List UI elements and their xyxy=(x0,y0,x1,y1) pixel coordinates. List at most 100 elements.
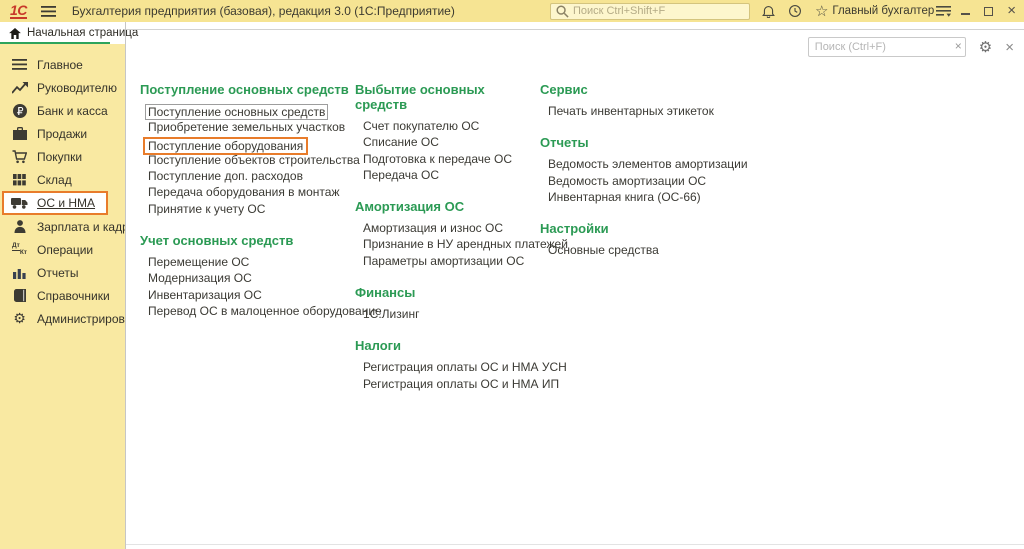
menu-link[interactable]: Списание ОС xyxy=(363,135,439,149)
main-menu-icon[interactable] xyxy=(41,6,56,17)
menu-item-row: 1С:Лизинг xyxy=(355,307,540,323)
1c-logo-icon: 1С xyxy=(10,4,27,19)
briefcase-icon xyxy=(11,127,28,140)
menu-item-row: Поступление оборудования xyxy=(140,137,355,153)
menu-link[interactable]: Инвентарная книга (ОС-66) xyxy=(548,190,701,204)
section-title: Отчеты xyxy=(540,135,1024,150)
sidebar-item-bank-i-kassa[interactable]: Банк и касса xyxy=(0,99,125,122)
menu-link[interactable]: Поступление доп. расходов xyxy=(148,169,303,183)
sidebar-item-os-i-nma[interactable]: ОС и НМА xyxy=(2,191,108,215)
sidebar-item-sklad[interactable]: Склад xyxy=(0,168,125,191)
menu-item-row: Основные средства xyxy=(540,243,1024,259)
menu-link[interactable]: Ведомость амортизации ОС xyxy=(548,174,706,188)
sidebar-item-administrirovanie[interactable]: ⚙Администрирование xyxy=(0,307,125,330)
start-page-form: × ⚙ × Поступление основных средствПоступ… xyxy=(126,29,1024,545)
menu-item-row: Передача ОС xyxy=(355,168,540,184)
sidebar-item-label: Главное xyxy=(37,58,83,72)
menu-link[interactable]: Ведомость элементов амортизации xyxy=(548,157,748,171)
person-icon xyxy=(11,220,28,233)
form-search-input[interactable] xyxy=(808,37,966,57)
book-icon xyxy=(11,289,28,302)
menu-link[interactable]: Приобретение земельных участков xyxy=(148,120,345,134)
menu-link[interactable]: Поступление объектов строительства xyxy=(148,153,360,167)
main-area: Начальная страница Главное Руководителю Ба… xyxy=(0,22,1024,549)
menu-item-row: Передача оборудования в монтаж xyxy=(140,185,355,201)
menu-section: НалогиРегистрация оплаты ОС и НМА УСНРег… xyxy=(355,338,540,393)
menu-link[interactable]: Счет покупателю ОС xyxy=(363,119,479,133)
menu-link[interactable]: Инвентаризация ОС xyxy=(148,288,262,302)
current-user-label[interactable]: Главный бухгалтер xyxy=(832,5,934,17)
sidebar-item-label: Операции xyxy=(37,243,93,257)
section-title: Налоги xyxy=(355,338,540,353)
sidebar-item-glavnoe[interactable]: Главное xyxy=(0,53,125,76)
sidebar-item-label: Руководителю xyxy=(37,81,117,95)
search-icon xyxy=(556,5,569,18)
global-search-input[interactable] xyxy=(573,5,744,17)
menu-column-1: Поступление основных средств Поступление … xyxy=(140,82,355,408)
menu-link[interactable]: Печать инвентарных этикеток xyxy=(548,104,714,118)
menu-link[interactable]: Подготовка к передаче ОС xyxy=(363,152,512,166)
form-controls: × ⚙ × xyxy=(808,37,1014,57)
menu-link[interactable]: Регистрация оплаты ОС и НМА ИП xyxy=(363,377,559,391)
menu-item-row: Инвентарная книга (ОС-66) xyxy=(540,190,1024,206)
sidebar-item-rukovoditelyu[interactable]: Руководителю xyxy=(0,76,125,99)
menu-column-3: СервисПечать инвентарных этикетокОтчетыВ… xyxy=(540,82,1024,408)
titlebar: 1С Бухгалтерия предприятия (базовая), ре… xyxy=(0,0,1024,22)
menu-section: Выбытие основных средствСчет покупателю … xyxy=(355,82,540,184)
menu-item-row: Подготовка к передаче ОС xyxy=(355,152,540,168)
menu-link[interactable]: Параметры амортизации ОС xyxy=(363,254,524,268)
menu-item-row: Регистрация оплаты ОС и НМА УСН xyxy=(355,360,540,376)
tab-home[interactable]: Начальная страница xyxy=(0,22,125,44)
sidebar-item-spravochniki[interactable]: Справочники xyxy=(0,284,125,307)
form-search-box[interactable]: × xyxy=(808,37,966,57)
gear-icon: ⚙ xyxy=(11,312,28,326)
menu-link[interactable]: Поступление оборудования xyxy=(143,137,308,155)
sidebar-item-zarplata-i-kadry[interactable]: Зарплата и кадры xyxy=(0,215,125,238)
clear-search-icon[interactable]: × xyxy=(955,39,962,53)
menu-link[interactable]: Перемещение ОС xyxy=(148,255,249,269)
restore-button[interactable] xyxy=(984,7,993,16)
menu-section: Настройки Основные средства xyxy=(540,221,1024,259)
sidebar-item-label: Склад xyxy=(37,173,72,187)
history-icon[interactable] xyxy=(788,4,802,18)
sidebar-item-pokupki[interactable]: Покупки xyxy=(0,145,125,168)
menu-link[interactable]: Модернизация ОС xyxy=(148,271,252,285)
menu-item-row: Перемещение ОС xyxy=(140,255,355,271)
sidebar-item-operacii[interactable]: ДтКт Операции xyxy=(0,238,125,261)
menu-link[interactable]: Амортизация и износ ОС xyxy=(363,221,503,235)
bell-icon[interactable] xyxy=(762,4,775,18)
menu-item-row: Поступление доп. расходов xyxy=(140,169,355,185)
menu-link[interactable]: Основные средства xyxy=(548,243,659,257)
menu-link[interactable]: Принятие к учету ОС xyxy=(148,202,265,216)
menu-link[interactable]: Поступление основных средств xyxy=(145,104,328,120)
menu-item-row: Списание ОС xyxy=(355,135,540,151)
star-icon[interactable]: ☆ xyxy=(815,4,828,19)
cart-icon xyxy=(11,150,28,164)
sidebar-item-otchety[interactable]: Отчеты xyxy=(0,261,125,284)
menu-link[interactable]: Регистрация оплаты ОС и НМА УСН xyxy=(363,360,567,374)
user-menu-icon[interactable] xyxy=(936,5,951,17)
menu-item-row: Признание в НУ арендных платежей xyxy=(355,237,540,253)
menu-link[interactable]: 1С:Лизинг xyxy=(363,307,419,321)
dt-kt-icon: ДтКт xyxy=(11,243,28,256)
minimize-button[interactable] xyxy=(961,8,970,15)
menu-section: Финансы 1С:Лизинг xyxy=(355,285,540,323)
menu-item-row: Амортизация и износ ОС xyxy=(355,221,540,237)
section-title: Финансы xyxy=(355,285,540,300)
close-button[interactable]: × xyxy=(1007,6,1016,16)
section-title: Настройки xyxy=(540,221,1024,236)
menu-link[interactable]: Передача оборудования в монтаж xyxy=(148,185,340,199)
menu-item-row: Ведомость элементов амортизации xyxy=(540,157,1024,173)
sidebar-item-prodazhi[interactable]: Продажи xyxy=(0,122,125,145)
menu-link[interactable]: Признание в НУ арендных платежей xyxy=(363,237,568,251)
content-wrap: × ⚙ × Поступление основных средствПоступ… xyxy=(125,22,1024,549)
section-title: Поступление основных средств xyxy=(140,82,355,97)
bar-chart-icon xyxy=(11,267,28,279)
form-close-icon[interactable]: × xyxy=(1005,39,1014,56)
global-search-box[interactable] xyxy=(550,3,750,20)
menu-link[interactable]: Перевод ОС в малоценное оборудование xyxy=(148,304,382,318)
menu-link[interactable]: Передача ОС xyxy=(363,168,439,182)
menu-item-row: Приобретение земельных участков xyxy=(140,120,355,136)
form-settings-gear-icon[interactable]: ⚙ xyxy=(979,38,992,56)
truck-icon xyxy=(11,197,28,209)
